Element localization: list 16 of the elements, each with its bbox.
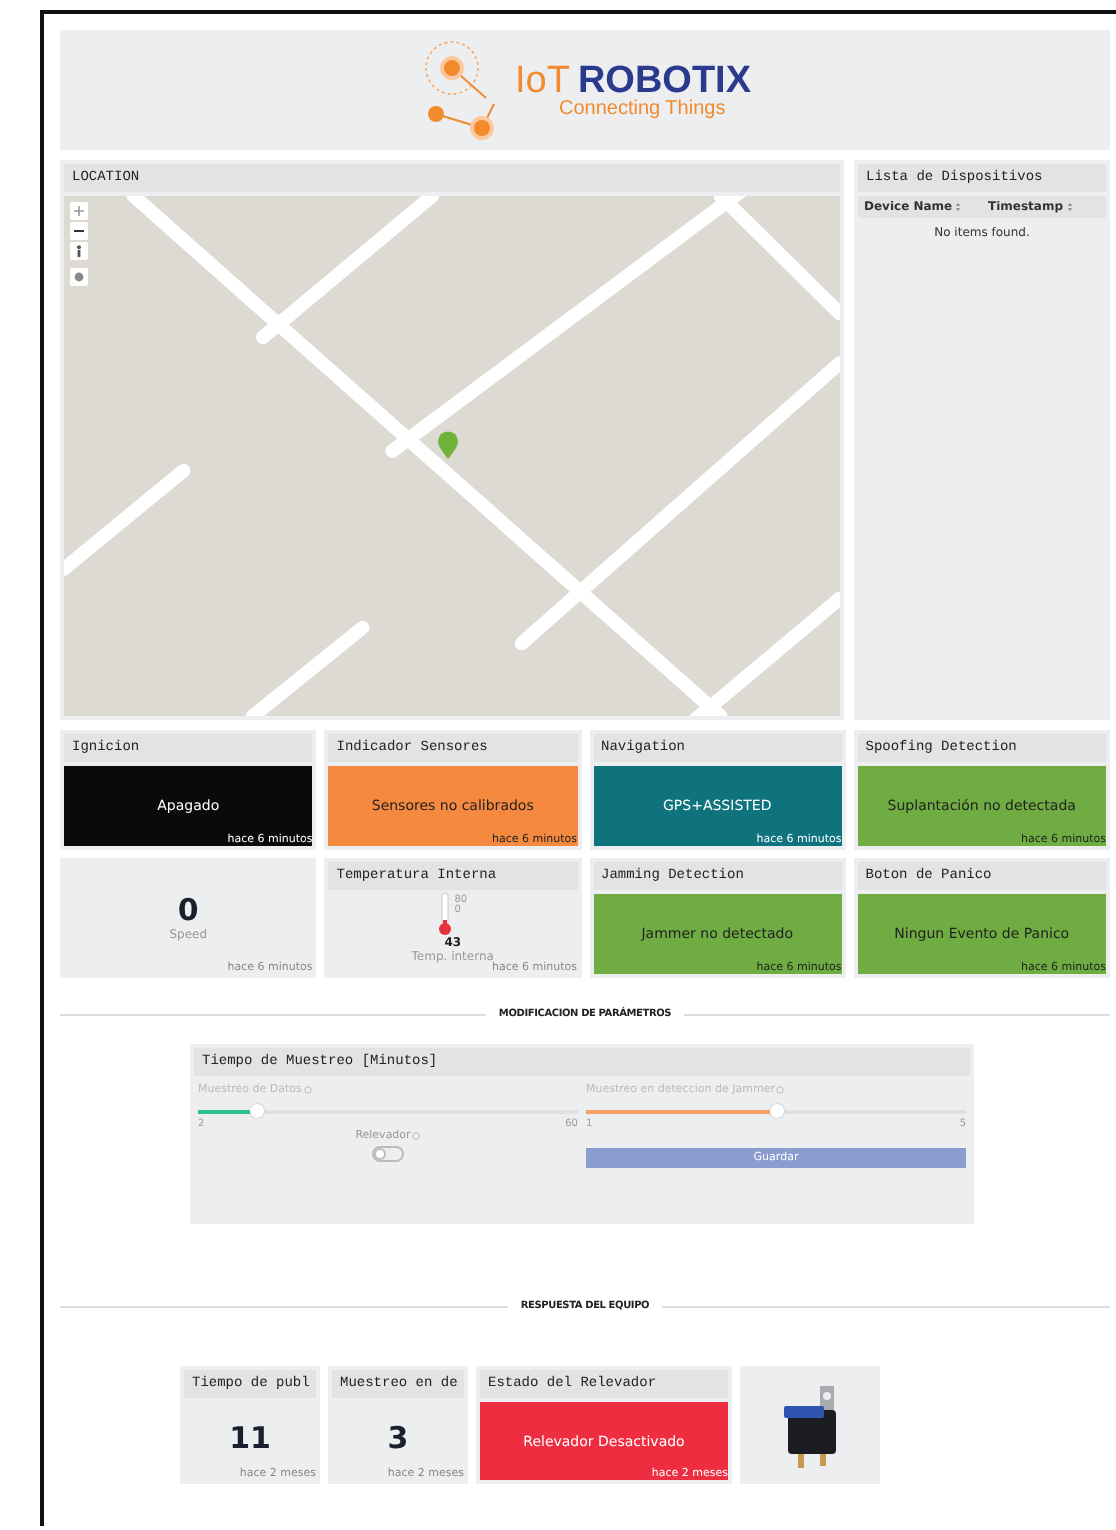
logo-tagline: Connecting Things [558,99,728,119]
logo-text: ROBOTIX [577,61,751,99]
sort-icon [1065,202,1074,212]
thermometer-icon [438,892,453,936]
logo-prefix: IoT [514,61,570,99]
slider-thumb[interactable] [249,1104,263,1118]
map-pin-icon[interactable] [438,431,458,459]
locate-icon[interactable] [70,268,88,286]
zoom-out-icon[interactable] [70,222,88,240]
value-text: 3 [387,1422,409,1456]
toggle-switch[interactable] [372,1146,404,1162]
sort-icon [954,202,963,212]
value-text: 11 [229,1422,271,1456]
person-icon[interactable] [70,242,88,260]
value-text: 0 [177,894,199,928]
slider-thumb[interactable] [770,1104,784,1118]
